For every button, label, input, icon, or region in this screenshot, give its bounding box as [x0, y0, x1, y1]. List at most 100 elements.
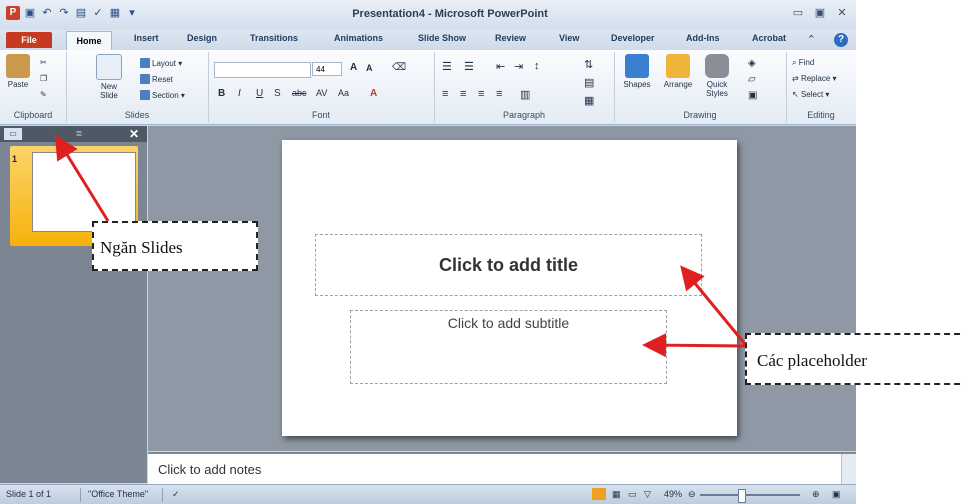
close-icon[interactable]: ✕: [836, 6, 848, 19]
justify-icon[interactable]: ≡: [496, 88, 502, 100]
undo-icon[interactable]: ↶: [40, 6, 54, 20]
layout-button[interactable]: Layout ▾: [140, 58, 182, 68]
outline-tab-icon[interactable]: ≣: [70, 128, 88, 140]
slide-editing-area: Click to add title Click to add subtitle: [148, 126, 856, 451]
slides-group: New Slide Layout ▾ Reset Section ▾ Slide…: [66, 52, 209, 122]
pane-close-icon[interactable]: ✕: [129, 127, 139, 141]
tab-home[interactable]: Home: [66, 31, 112, 51]
cut-icon[interactable]: ✂: [40, 58, 47, 67]
format-painter-icon[interactable]: ✎: [40, 90, 47, 99]
columns-icon[interactable]: ▥: [520, 88, 530, 101]
drawing-group: Shapes Arrange Quick Styles ◈ ▱ ▣ Drawin…: [614, 52, 787, 122]
shapes-button[interactable]: Shapes: [620, 54, 654, 89]
shadow-icon[interactable]: S: [274, 88, 281, 99]
status-bar: Slide 1 of 1 "Office Theme" ✓ ▦ ▭ ▽ 49% …: [0, 484, 856, 504]
reading-view-icon[interactable]: ▭: [628, 489, 637, 500]
increase-indent-icon[interactable]: ⇥: [514, 60, 523, 73]
replace-icon: ⇄: [792, 74, 799, 83]
clear-formatting-icon[interactable]: ⌫: [392, 62, 406, 73]
align-text-icon[interactable]: ▤: [584, 76, 594, 89]
copy-icon[interactable]: ❐: [40, 74, 47, 83]
slide-canvas[interactable]: Click to add title Click to add subtitle: [282, 140, 737, 436]
shape-fill-icon[interactable]: ◈: [748, 58, 756, 69]
italic-icon[interactable]: I: [238, 88, 241, 99]
tab-review[interactable]: Review: [495, 33, 526, 43]
print-preview-icon[interactable]: ▤: [74, 6, 88, 20]
select-button[interactable]: ↖ Select ▾: [792, 90, 829, 99]
fit-to-window-icon[interactable]: ▣: [832, 489, 841, 500]
slides-tab-icon[interactable]: ▭: [4, 128, 22, 140]
zoom-slider-handle[interactable]: [738, 489, 746, 503]
spell-check-icon[interactable]: ✓: [172, 489, 180, 500]
tab-insert[interactable]: Insert: [134, 33, 159, 43]
ribbon-tabs: File Home Insert Design Transitions Anim…: [0, 30, 856, 51]
title-placeholder[interactable]: Click to add title: [315, 234, 702, 296]
shape-outline-icon[interactable]: ▱: [748, 74, 756, 85]
font-name-input[interactable]: [214, 62, 311, 78]
numbering-icon[interactable]: ☰: [464, 60, 474, 73]
zoom-in-icon[interactable]: ⊕: [812, 489, 820, 500]
tab-file[interactable]: File: [6, 32, 52, 48]
character-spacing-icon[interactable]: AV: [316, 88, 327, 98]
tab-view[interactable]: View: [559, 33, 579, 43]
change-case-icon[interactable]: Aa: [338, 88, 349, 98]
bullets-icon[interactable]: ☰: [442, 60, 452, 73]
help-icon[interactable]: ?: [834, 33, 848, 47]
align-right-icon[interactable]: ≡: [478, 88, 484, 100]
subtitle-placeholder[interactable]: Click to add subtitle: [350, 310, 667, 384]
shape-effects-icon[interactable]: ▣: [748, 90, 757, 101]
new-slide-icon: [96, 54, 122, 80]
text-direction-icon[interactable]: ⇅: [584, 58, 593, 71]
notes-scrollbar[interactable]: [841, 454, 856, 485]
font-color-icon[interactable]: A: [370, 88, 377, 99]
customize-qat-icon[interactable]: ▾: [125, 6, 139, 20]
slides-pane-tabs: ▭ ≣ ✕: [0, 126, 147, 142]
font-group-label: Font: [311, 110, 330, 120]
minimize-icon[interactable]: ▭: [792, 6, 804, 19]
align-left-icon[interactable]: ≡: [442, 88, 448, 100]
zoom-slider[interactable]: [700, 494, 800, 496]
section-button[interactable]: Section ▾: [140, 90, 185, 100]
replace-button[interactable]: ⇄ Replace ▾: [792, 74, 837, 83]
tab-transitions[interactable]: Transitions: [250, 33, 298, 43]
theme-status[interactable]: "Office Theme": [88, 489, 148, 499]
underline-icon[interactable]: U: [256, 88, 263, 99]
bold-icon[interactable]: B: [218, 88, 225, 99]
tab-add-ins[interactable]: Add-Ins: [686, 33, 720, 43]
spelling-icon[interactable]: ✓: [91, 6, 105, 20]
arrange-button[interactable]: Arrange: [660, 54, 696, 89]
quick-access-toolbar: P ▣ ↶ ↷ ▤ ✓ ▦ ▾: [6, 6, 139, 20]
slide-sorter-icon[interactable]: ▦: [612, 489, 621, 500]
paste-button[interactable]: Paste: [4, 54, 32, 89]
tab-slide-show[interactable]: Slide Show: [418, 33, 466, 43]
zoom-out-icon[interactable]: ⊖: [688, 489, 696, 500]
save-icon[interactable]: ▣: [23, 6, 37, 20]
align-center-icon[interactable]: ≡: [460, 88, 466, 100]
normal-view-icon[interactable]: [592, 488, 606, 500]
line-spacing-icon[interactable]: ↕: [534, 60, 540, 72]
tab-developer[interactable]: Developer: [611, 33, 655, 43]
font-size-input[interactable]: 44: [312, 62, 342, 76]
open-icon[interactable]: ▦: [108, 6, 122, 20]
powerpoint-app-icon[interactable]: P: [6, 6, 20, 20]
shrink-font-icon[interactable]: A: [366, 63, 373, 73]
tab-design[interactable]: Design: [187, 33, 217, 43]
restore-icon[interactable]: ▣: [814, 6, 826, 19]
reset-button[interactable]: Reset: [140, 74, 173, 84]
minimize-ribbon-icon[interactable]: ⌃: [807, 33, 816, 46]
clipboard-group: Paste ✂ ❐ ✎ Clipboard: [0, 52, 67, 122]
tab-animations[interactable]: Animations: [334, 33, 383, 43]
smartart-icon[interactable]: ▦: [584, 94, 594, 107]
quick-styles-button[interactable]: Quick Styles: [700, 54, 734, 98]
find-button[interactable]: ⌕ Find: [792, 58, 814, 68]
slide-show-icon[interactable]: ▽: [644, 489, 651, 500]
decrease-indent-icon[interactable]: ⇤: [496, 60, 505, 73]
grow-font-icon[interactable]: A: [350, 62, 357, 73]
zoom-level[interactable]: 49%: [664, 489, 682, 499]
ribbon: Paste ✂ ❐ ✎ Clipboard New Slide Layout ▾…: [0, 50, 856, 125]
tab-acrobat[interactable]: Acrobat: [752, 33, 786, 43]
strikethrough-icon[interactable]: abc: [292, 88, 307, 98]
new-slide-button[interactable]: New Slide: [92, 54, 126, 100]
redo-icon[interactable]: ↷: [57, 6, 71, 20]
notes-pane[interactable]: Click to add notes: [148, 452, 856, 485]
